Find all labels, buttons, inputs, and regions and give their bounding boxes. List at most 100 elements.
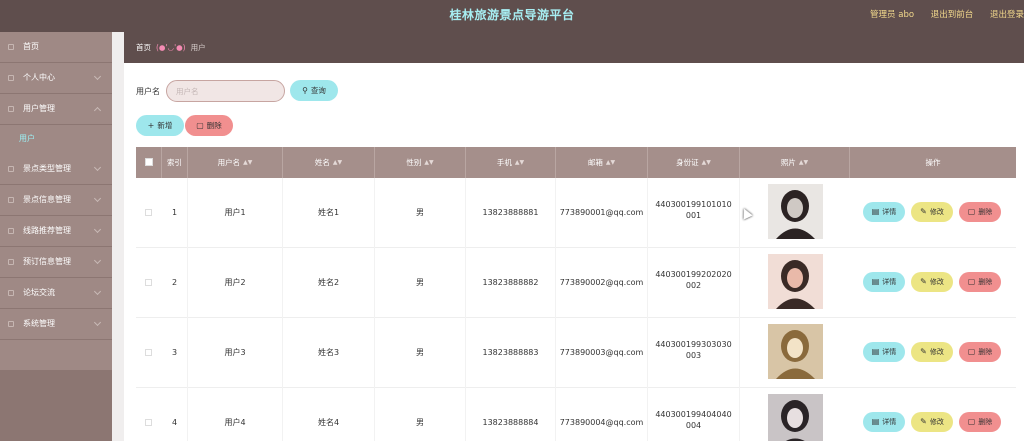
sort-icon[interactable]: ▲▼ [424, 147, 433, 178]
cell-name: 姓名2 [283, 248, 375, 318]
column-header-email[interactable]: 邮箱 ▲▼ [556, 147, 648, 178]
sidebar-item-label: 首页 [23, 42, 39, 51]
column-header-username[interactable]: 用户名 ▲▼ [188, 147, 283, 178]
pencil-icon: ✎ [920, 277, 927, 286]
row-checkbox[interactable] [145, 209, 152, 216]
sidebar-item-bookings[interactable]: 预订信息管理 [0, 247, 112, 278]
cell-phone: 13823888881 [466, 178, 556, 248]
search-input[interactable] [166, 80, 285, 102]
breadcrumb-separator: (●'◡'●) [156, 43, 186, 52]
detail-button[interactable]: ▤ 详情 [863, 202, 905, 222]
header-actions: 管理员 abo 退出到前台 退出登录 [856, 0, 1024, 32]
sidebar-item-users[interactable]: 用户管理 [0, 94, 112, 125]
column-header-name[interactable]: 姓名 ▲▼ [283, 147, 375, 178]
edit-button[interactable]: ✎ 修改 [911, 272, 953, 292]
sidebar-item-spot-info[interactable]: 景点信息管理 [0, 185, 112, 216]
cell-email: 773890004@qq.com [556, 388, 648, 441]
trash-icon: ▢ [196, 121, 204, 130]
back-to-front-link[interactable]: 退出到前台 [931, 10, 974, 20]
edit-button[interactable]: ✎ 修改 [911, 412, 953, 432]
logout-link[interactable]: 退出登录 [990, 10, 1024, 20]
column-header-phone[interactable]: 手机 ▲▼ [466, 147, 556, 178]
sidebar-item-spot-types[interactable]: 景点类型管理 [0, 154, 112, 185]
sidebar-footer [0, 370, 112, 441]
cell-idcard: 440300199101010001 [648, 178, 740, 248]
checkbox[interactable] [145, 158, 153, 166]
edit-button[interactable]: ✎ 修改 [911, 342, 953, 362]
sidebar-item-home[interactable]: 首页 [0, 32, 112, 63]
sidebar-item-label: 景点类型管理 [23, 164, 71, 173]
sort-icon[interactable]: ▲▼ [515, 147, 524, 178]
row-delete-button[interactable]: ▢ 删除 [959, 342, 1001, 362]
cell-index: 4 [162, 388, 188, 441]
column-header-gender[interactable]: 性别 ▲▼ [375, 147, 466, 178]
sort-icon[interactable]: ▲▼ [243, 147, 252, 178]
cell-idcard: 440300199202020002 [648, 248, 740, 318]
document-icon: ▤ [871, 417, 880, 426]
cell-index: 3 [162, 318, 188, 388]
header-select-all[interactable] [136, 147, 162, 178]
cell-email: 773890002@qq.com [556, 248, 648, 318]
chevron-down-icon [93, 287, 102, 296]
user-photo[interactable] [768, 394, 823, 441]
admin-label: 管理员 abo [870, 10, 915, 20]
column-header-idcard[interactable]: 身份证 ▲▼ [648, 147, 740, 178]
gear-icon [8, 321, 14, 327]
user-photo[interactable] [768, 324, 823, 379]
cell-index: 1 [162, 178, 188, 248]
sidebar-item-label: 用户管理 [23, 104, 55, 113]
home-icon [8, 44, 14, 50]
query-button[interactable]: ⚲ 查询 [290, 80, 338, 101]
cell-gender: 男 [375, 248, 466, 318]
chevron-up-icon [93, 106, 102, 115]
cell-phone: 13823888884 [466, 388, 556, 441]
breadcrumb-home[interactable]: 首页 [136, 43, 151, 52]
edit-button[interactable]: ✎ 修改 [911, 202, 953, 222]
sidebar-item-label: 预订信息管理 [23, 257, 71, 266]
sidebar-item-label: 景点信息管理 [23, 195, 71, 204]
chevron-down-icon [93, 256, 102, 265]
route-icon [8, 228, 14, 234]
row-checkbox[interactable] [145, 279, 152, 286]
cell-username: 用户2 [188, 248, 283, 318]
users-icon [8, 106, 14, 112]
chevron-down-icon [93, 163, 102, 172]
table-header: 索引 用户名 ▲▼ 姓名 ▲▼ 性别 ▲▼ 手机 ▲▼ 邮箱 ▲▼ 身份证 ▲▼ 照片 ▲▼ … [136, 147, 1016, 178]
user-photo[interactable] [768, 184, 823, 239]
user-photo[interactable] [768, 254, 823, 309]
column-header-index: 索引 [162, 147, 188, 178]
sidebar-item-system[interactable]: 系统管理 [0, 309, 112, 340]
column-header-photo[interactable]: 照片 ▲▼ [740, 147, 850, 178]
sidebar-item-routes[interactable]: 线路推荐管理 [0, 216, 112, 247]
sidebar-subitem-user[interactable]: 用户 [0, 124, 112, 154]
category-icon [8, 166, 14, 172]
portrait-image [768, 254, 823, 309]
cell-name: 姓名1 [283, 178, 375, 248]
row-delete-button[interactable]: ▢ 删除 [959, 202, 1001, 222]
sort-icon[interactable]: ▲▼ [333, 147, 342, 178]
detail-button[interactable]: ▤ 详情 [863, 412, 905, 432]
column-header-actions: 操作 [925, 158, 941, 167]
cell-idcard: 440300199303030003 [648, 318, 740, 388]
sort-icon[interactable]: ▲▼ [799, 147, 808, 178]
table-row: 2 用户2 姓名2 男 13823888882 773890002@qq.com 44030… [136, 248, 1016, 318]
delete-button[interactable]: ▢ 删除 [185, 115, 233, 136]
add-button[interactable]: + 新增 [136, 115, 184, 136]
detail-button[interactable]: ▤ 详情 [863, 342, 905, 362]
detail-button[interactable]: ▤ 详情 [863, 272, 905, 292]
table-row: 1 用户1 姓名1 男 13823888881 773890001@qq.com 44030… [136, 178, 1016, 248]
sidebar-item-label: 系统管理 [23, 319, 55, 328]
document-icon: ▤ [871, 347, 880, 356]
row-checkbox[interactable] [145, 349, 152, 356]
breadcrumb-current: 用户 [190, 43, 206, 52]
sidebar-item-profile[interactable]: 个人中心 [0, 63, 112, 94]
content-panel: 用户名 ⚲查询 +新增 ▢删除 索引 用户名▲▼ 姓名▲▼ 性别▲▼ 手机▲▼ … [124, 63, 1024, 441]
sort-icon[interactable]: ▲▼ [606, 147, 615, 178]
row-delete-button[interactable]: ▢ 删除 [959, 272, 1001, 292]
row-checkbox[interactable] [145, 419, 152, 426]
row-delete-button[interactable]: ▢ 删除 [959, 412, 1001, 432]
sidebar-item-forum[interactable]: 论坛交流 [0, 278, 112, 309]
pencil-icon: ✎ [920, 207, 927, 216]
sort-icon[interactable]: ▲▼ [702, 147, 711, 178]
cell-username: 用户4 [188, 388, 283, 441]
